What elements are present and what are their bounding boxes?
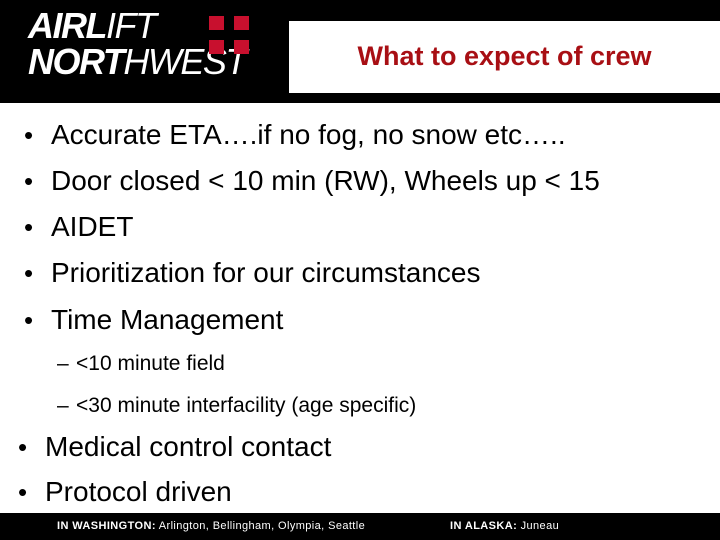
bullet-text: <10 minute field [76,352,225,375]
bullet-dot-icon: • [24,166,34,196]
logo-square-top-right [234,16,249,30]
bullet-text: Door closed < 10 min (RW), Wheels up < 1… [51,165,600,196]
logo-red-squares-icon [209,16,255,56]
slide-header: AIRLIFT NORTHWEST ® What to expect of cr… [0,0,720,103]
footer-alaska-locations: IN ALASKA: Juneau [450,520,559,532]
logo-text-airl: AIRL [28,5,108,46]
bullet-item: • Time Management [24,306,283,334]
bullet-dot-icon: • [18,432,28,462]
bullet-dash-icon: – [57,394,69,417]
footer-washington-label: IN WASHINGTON: [57,520,156,532]
logo-square-top-left [209,16,224,30]
bullet-text: Time Management [51,304,284,335]
slide-title-box: What to expect of crew [289,21,720,93]
slide-content-body: • Accurate ETA….if no fog, no snow etc…..… [0,103,720,513]
logo-text-ift: IFT [106,5,157,46]
logo-square-bottom-left [209,40,224,54]
bullet-dot-icon: • [24,258,34,288]
bullet-item: • Medical control contact [18,433,331,461]
bullet-text: Medical control contact [45,431,332,462]
bullet-dot-icon: • [18,477,28,507]
airlift-northwest-logo: AIRLIFT NORTHWEST ® [28,5,304,90]
bullet-item: – <30 minute interfacility (age specific) [57,395,416,416]
bullet-dot-icon: • [24,305,34,335]
bullet-text: AIDET [51,211,134,242]
bullet-item: • Prioritization for our circumstances [24,259,480,287]
slide-footer: IN WASHINGTON: Arlington, Bellingham, Ol… [0,513,720,540]
logo-line-airlift: AIRLIFT [28,5,157,46]
bullet-dot-icon: • [24,120,34,150]
logo-square-bottom-right [234,40,249,54]
bullet-text: Accurate ETA….if no fog, no snow etc….. [51,119,566,150]
bullet-text: <30 minute interfacility (age specific) [76,394,417,417]
bullet-text: Protocol driven [45,476,232,507]
bullet-item: • AIDET [24,213,133,241]
logo-text-nort: NORT [28,41,125,82]
footer-washington-locations: IN WASHINGTON: Arlington, Bellingham, Ol… [57,520,365,532]
bullet-item: • Protocol driven [18,478,232,506]
footer-alaska-cities: Juneau [520,520,560,532]
bullet-text: Prioritization for our circumstances [51,257,481,288]
footer-washington-cities: Arlington, Bellingham, Olympia, Seattle [158,520,366,532]
bullet-item: – <10 minute field [57,353,225,374]
bullet-item: • Accurate ETA….if no fog, no snow etc….. [24,121,566,149]
slide-title: What to expect of crew [357,41,652,72]
bullet-dot-icon: • [24,212,34,242]
bullet-item: • Door closed < 10 min (RW), Wheels up < … [24,167,600,195]
bullet-dash-icon: – [57,352,69,375]
footer-alaska-label: IN ALASKA: [450,520,518,532]
